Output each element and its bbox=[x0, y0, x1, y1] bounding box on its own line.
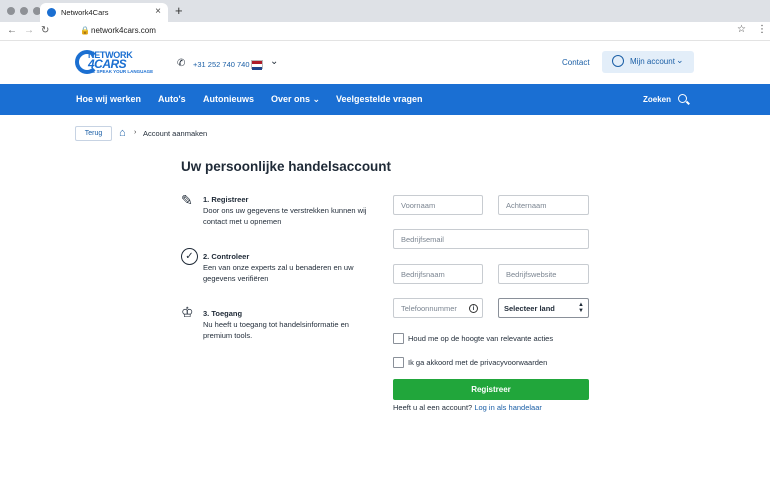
browser-tab[interactable]: Network4Cars × bbox=[40, 3, 168, 22]
country-select[interactable]: Selecteer land ▲ ▼ bbox=[498, 298, 589, 318]
nav-autonieuws[interactable]: Autonieuws bbox=[203, 94, 254, 104]
country-select-value: Selecteer land bbox=[504, 304, 555, 313]
phone-number[interactable]: +31 252 740 740 bbox=[193, 60, 250, 69]
my-account-button[interactable]: Mijn account ⌄ bbox=[602, 51, 694, 73]
nav-faq[interactable]: Veelgestelde vragen bbox=[336, 94, 423, 104]
step-title: 2. Controleer bbox=[203, 252, 250, 261]
contact-link[interactable]: Contact bbox=[562, 58, 590, 67]
phone-icon: ✆ bbox=[177, 58, 186, 69]
main-navigation: Hoe wij werken Auto's Autonieuws Over on… bbox=[0, 84, 770, 115]
tab-close-icon[interactable]: × bbox=[155, 6, 161, 17]
step-title: 1. Registreer bbox=[203, 195, 249, 204]
browser-menu-icon[interactable]: ⋮ bbox=[757, 24, 767, 35]
check-circle-icon: ✓ bbox=[181, 248, 198, 265]
privacy-label: Ik ga akkoord met de privacyvoorwaarden bbox=[408, 358, 548, 367]
reload-icon[interactable]: ↻ bbox=[41, 25, 49, 36]
dealer-login-link[interactable]: Log in als handelaar bbox=[474, 403, 542, 412]
step-description: Een van onze experts zal u benaderen en … bbox=[203, 263, 354, 283]
site-logo[interactable]: NETWORK 4CARS WE SPEAK YOUR LANGUAGE bbox=[75, 50, 165, 76]
register-button[interactable]: Registreer bbox=[393, 379, 589, 400]
home-icon[interactable]: ⌂ bbox=[119, 127, 126, 139]
bookmark-star-icon[interactable]: ☆ bbox=[737, 24, 746, 35]
newsletter-checkbox[interactable] bbox=[393, 333, 404, 344]
site-header: NETWORK 4CARS WE SPEAK YOUR LANGUAGE ✆ +… bbox=[0, 41, 770, 84]
nav-hoe-wij-werken[interactable]: Hoe wij werken bbox=[76, 94, 141, 104]
select-arrows-icon: ▲ ▼ bbox=[578, 302, 584, 314]
forward-arrow-icon[interactable]: → bbox=[24, 25, 34, 36]
nav-over-ons[interactable]: Over ons ⌄ bbox=[271, 94, 320, 105]
url-field[interactable]: network4cars.com bbox=[91, 26, 156, 35]
chevron-down-icon[interactable]: ⌄ bbox=[270, 56, 278, 67]
edit-icon: ✎ bbox=[181, 192, 193, 208]
login-prompt: Heeft u al een account? Log in als hande… bbox=[393, 403, 542, 412]
nav-autos[interactable]: Auto's bbox=[158, 94, 186, 104]
search-label[interactable]: Zoeken bbox=[643, 95, 671, 104]
tab-title: Network4Cars bbox=[61, 8, 109, 17]
window-controls bbox=[7, 7, 41, 15]
company-email-input[interactable] bbox=[393, 229, 589, 249]
lock-icon: 🔒 bbox=[80, 26, 90, 35]
new-tab-icon[interactable]: + bbox=[175, 3, 183, 18]
search-icon[interactable] bbox=[678, 94, 687, 103]
logo-tagline: WE SPEAK YOUR LANGUAGE bbox=[88, 69, 154, 74]
page-title: Uw persoonlijke handelsaccount bbox=[181, 159, 392, 174]
breadcrumb-separator: › bbox=[134, 129, 137, 136]
user-icon bbox=[612, 55, 624, 67]
browser-tabbar: Network4Cars × + bbox=[0, 0, 770, 22]
newsletter-label: Houd me op de hoogte van relevante actie… bbox=[408, 334, 554, 343]
firstname-input[interactable] bbox=[393, 195, 483, 215]
breadcrumb-current: Account aanmaken bbox=[143, 129, 208, 138]
step-description: Nu heeft u toegang tot handelsinformatie… bbox=[203, 320, 349, 340]
company-name-input[interactable] bbox=[393, 264, 483, 284]
back-arrow-icon[interactable]: ← bbox=[7, 25, 17, 36]
login-question: Heeft u al een account? bbox=[393, 403, 473, 412]
company-website-input[interactable] bbox=[498, 264, 589, 284]
close-window-icon[interactable] bbox=[7, 7, 15, 15]
address-bar: ← → ↻ 🔒 network4cars.com ☆ ⋮ bbox=[0, 22, 770, 41]
step-description: Door ons uw gegevens te verstrekken kunn… bbox=[203, 206, 367, 226]
step-title: 3. Toegang bbox=[203, 309, 243, 318]
minimize-window-icon[interactable] bbox=[20, 7, 28, 15]
chevron-down-icon: ⌄ bbox=[676, 55, 684, 65]
dutch-flag-icon[interactable] bbox=[251, 60, 263, 70]
privacy-checkbox[interactable] bbox=[393, 357, 404, 368]
lastname-input[interactable] bbox=[498, 195, 589, 215]
my-account-label: Mijn account bbox=[630, 57, 675, 66]
crown-hand-icon: ♔ bbox=[181, 304, 194, 320]
favicon-icon bbox=[47, 8, 56, 17]
info-icon[interactable]: i bbox=[469, 304, 478, 313]
back-button[interactable]: Terug bbox=[75, 126, 112, 141]
